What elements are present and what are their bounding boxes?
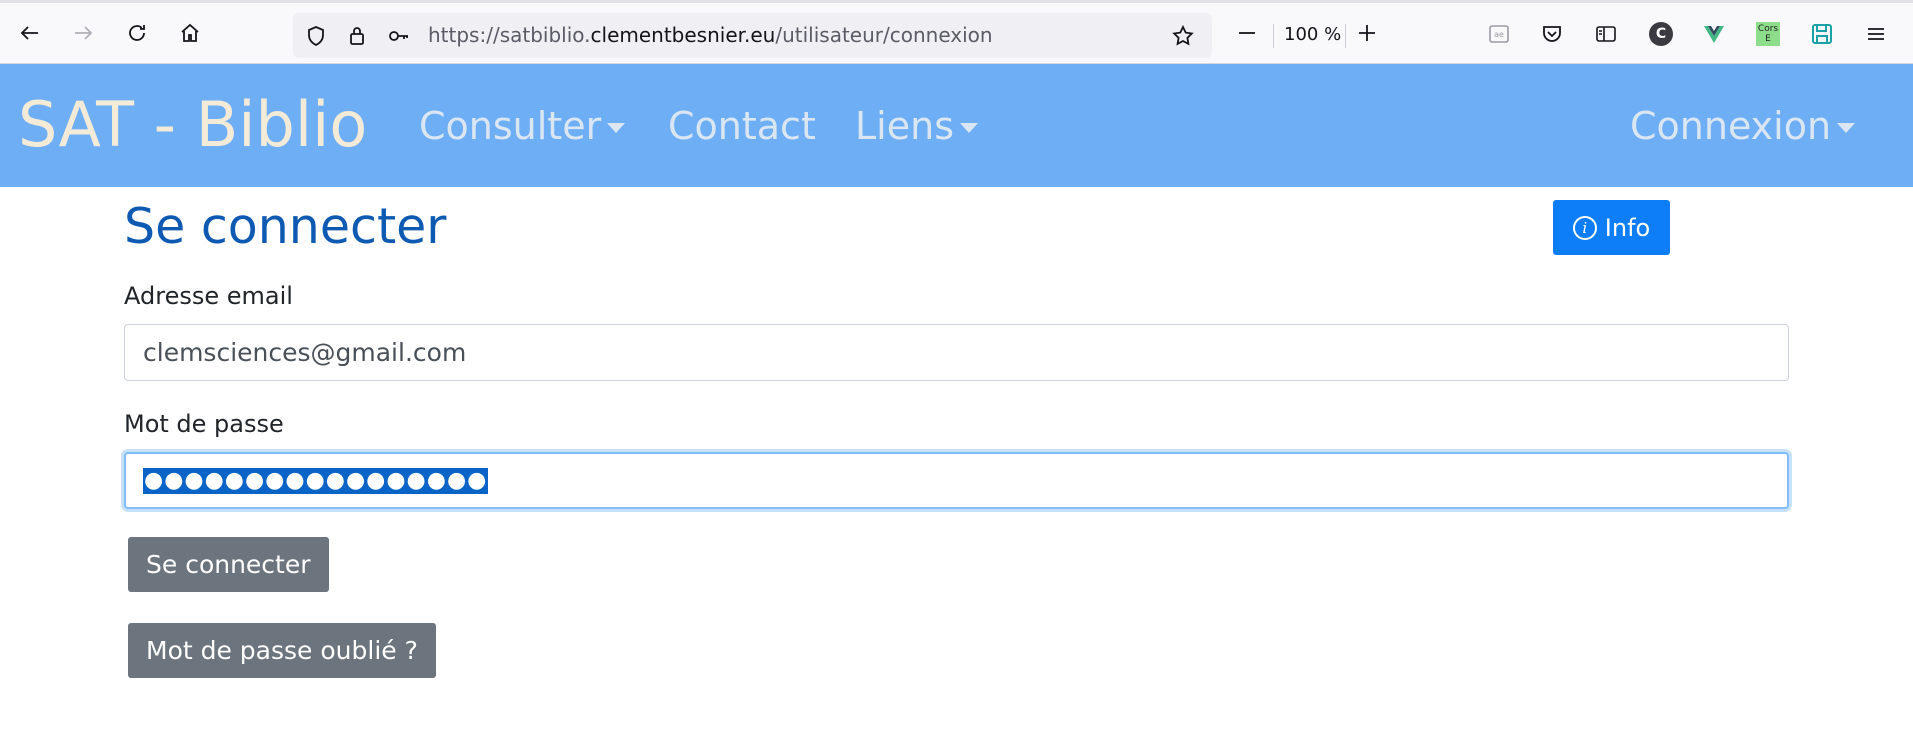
login-button[interactable]: Se connecter: [128, 537, 329, 592]
url-domain: clementbesnier.eu: [590, 23, 776, 47]
zoom-out-icon[interactable]: [1232, 18, 1262, 48]
home-icon[interactable]: [175, 18, 205, 48]
caret-down-icon: [960, 123, 978, 133]
save-icon[interactable]: [1808, 20, 1836, 48]
browser-toolbar: https://satbiblio.clementbesnier.eu/util…: [0, 0, 1913, 64]
site-brand[interactable]: SAT - Biblio: [18, 88, 367, 161]
reader-icon[interactable]: ae: [1485, 20, 1513, 48]
zoom-divider: [1345, 24, 1346, 48]
nav-connexion-label: Connexion: [1630, 104, 1832, 148]
zoom-in-icon[interactable]: [1352, 18, 1382, 48]
zoom-divider: [1273, 24, 1274, 48]
login-button-label: Se connecter: [146, 550, 311, 579]
page-title: Se connecter: [124, 198, 447, 255]
sidebar-icon[interactable]: [1592, 20, 1620, 48]
password-label: Mot de passe: [124, 410, 284, 438]
info-button[interactable]: i Info: [1553, 200, 1670, 255]
info-button-label: Info: [1604, 213, 1651, 242]
email-field[interactable]: clemsciences@gmail.com: [124, 324, 1789, 381]
zoom-level[interactable]: 100 %: [1284, 24, 1341, 45]
url-prefix: https://satbiblio.: [428, 23, 591, 47]
nav-liens-label: Liens: [855, 104, 954, 148]
nav-liens[interactable]: Liens: [855, 104, 978, 148]
nav-contact-label: Contact: [668, 104, 816, 148]
forward-icon[interactable]: [68, 18, 98, 48]
vue-devtools-icon[interactable]: [1700, 20, 1728, 48]
info-icon: i: [1572, 215, 1597, 240]
nav-consulter-label: Consulter: [419, 104, 602, 148]
caret-down-icon: [607, 123, 626, 133]
forgot-password-label: Mot de passe oublié ?: [146, 636, 418, 665]
svg-text:ae: ae: [1494, 30, 1504, 39]
nav-contact[interactable]: Contact: [668, 104, 816, 148]
nav-consulter[interactable]: Consulter: [419, 104, 626, 148]
cors-label-1: Cors: [1757, 24, 1779, 34]
email-label: Adresse email: [124, 282, 293, 310]
caret-down-icon: [1837, 123, 1856, 133]
nav-connexion[interactable]: Connexion: [1630, 104, 1856, 148]
email-value: clemsciences@gmail.com: [143, 338, 467, 367]
back-icon[interactable]: [15, 18, 45, 48]
url-bar[interactable]: https://satbiblio.clementbesnier.eu/util…: [293, 13, 1212, 58]
cors-label-2: E: [1765, 34, 1771, 44]
shield-icon[interactable]: [302, 22, 330, 50]
password-value: ●●●●●●●●●●●●●●●●●: [143, 467, 489, 494]
forgot-password-button[interactable]: Mot de passe oublié ?: [128, 623, 436, 678]
password-field[interactable]: ●●●●●●●●●●●●●●●●●: [124, 452, 1789, 509]
pocket-icon[interactable]: [1538, 20, 1566, 48]
lock-icon[interactable]: [343, 22, 371, 50]
reload-icon[interactable]: [122, 18, 152, 48]
url-path: /utilisateur/connexion: [775, 23, 993, 47]
menu-icon[interactable]: [1862, 20, 1890, 48]
cors-extension-icon[interactable]: Cors E: [1754, 20, 1782, 48]
star-icon[interactable]: [1169, 22, 1197, 50]
site-navbar: SAT - Biblio Consulter Contact Liens Con…: [0, 64, 1913, 187]
key-icon[interactable]: [385, 22, 413, 50]
c-extension-icon[interactable]: C: [1647, 20, 1675, 48]
url-text[interactable]: https://satbiblio.clementbesnier.eu/util…: [428, 23, 993, 47]
